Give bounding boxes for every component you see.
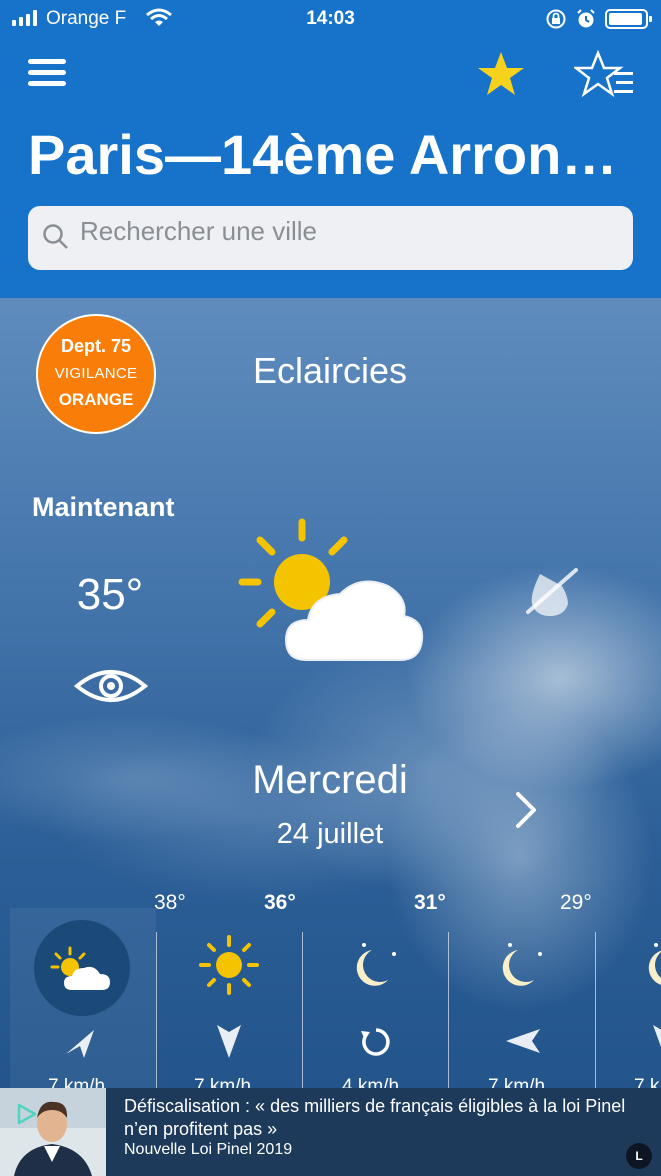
alarm-icon [577, 9, 595, 28]
search-placeholder: Rechercher une ville [80, 216, 318, 246]
sun-cloud-icon [238, 518, 424, 661]
hourly-temp: 38° [154, 891, 186, 914]
vigilance-level: ORANGE [58, 390, 134, 409]
current-temperature: 35° [76, 570, 144, 619]
column-divider [595, 932, 596, 1092]
ad-title[interactable]: Défiscalisation : « des milliers de fran… [124, 1095, 634, 1141]
eye-icon[interactable] [74, 666, 148, 706]
day-date: 24 juillet [276, 818, 384, 850]
column-divider [302, 932, 303, 1092]
wind-arrow-icon [653, 1025, 661, 1047]
day-name: Mercredi [252, 758, 408, 802]
vigilance-label: VIGILANCE [54, 365, 138, 382]
moon-icon [356, 943, 396, 986]
vigilance-badge[interactable]: Dept. 75 VIGILANCE ORANGE [36, 314, 156, 434]
favorite-star-icon[interactable] [476, 50, 526, 98]
search-icon [43, 224, 68, 249]
hourly-temp: 29° [560, 891, 592, 914]
page-title: Paris—14ème Arron… [28, 123, 618, 186]
battery-icon [605, 9, 652, 29]
moon-icon [502, 943, 542, 986]
no-rain-icon[interactable] [522, 566, 580, 618]
vigilance-dept: Dept. 75 [60, 336, 132, 356]
column-divider [448, 932, 449, 1092]
wind-variable-icon [361, 1028, 390, 1056]
hourly-temp: 36° [264, 891, 296, 914]
column-divider [156, 932, 157, 1092]
favorites-list-icon[interactable] [574, 50, 636, 98]
wind-arrow-icon [217, 1025, 241, 1058]
status-bar: Orange F 14:03 [0, 0, 661, 38]
menu-icon[interactable] [28, 58, 68, 88]
ad-info-badge[interactable]: L [626, 1143, 652, 1169]
current-condition: Eclaircies [252, 350, 408, 391]
wind-arrow-icon [66, 1030, 94, 1058]
now-label: Maintenant [32, 492, 175, 522]
sun-icon [199, 935, 259, 995]
rotation-lock-icon [546, 9, 566, 29]
moon-icon [648, 943, 661, 985]
hourly-temp: 31° [414, 891, 446, 914]
ad-subtitle: Nouvelle Loi Pinel 2019 [124, 1141, 293, 1158]
sun-cloud-icon [50, 946, 110, 990]
wind-arrow-icon [506, 1029, 540, 1053]
chevron-right-icon[interactable] [512, 790, 540, 830]
ad-play-icon [17, 1103, 37, 1125]
